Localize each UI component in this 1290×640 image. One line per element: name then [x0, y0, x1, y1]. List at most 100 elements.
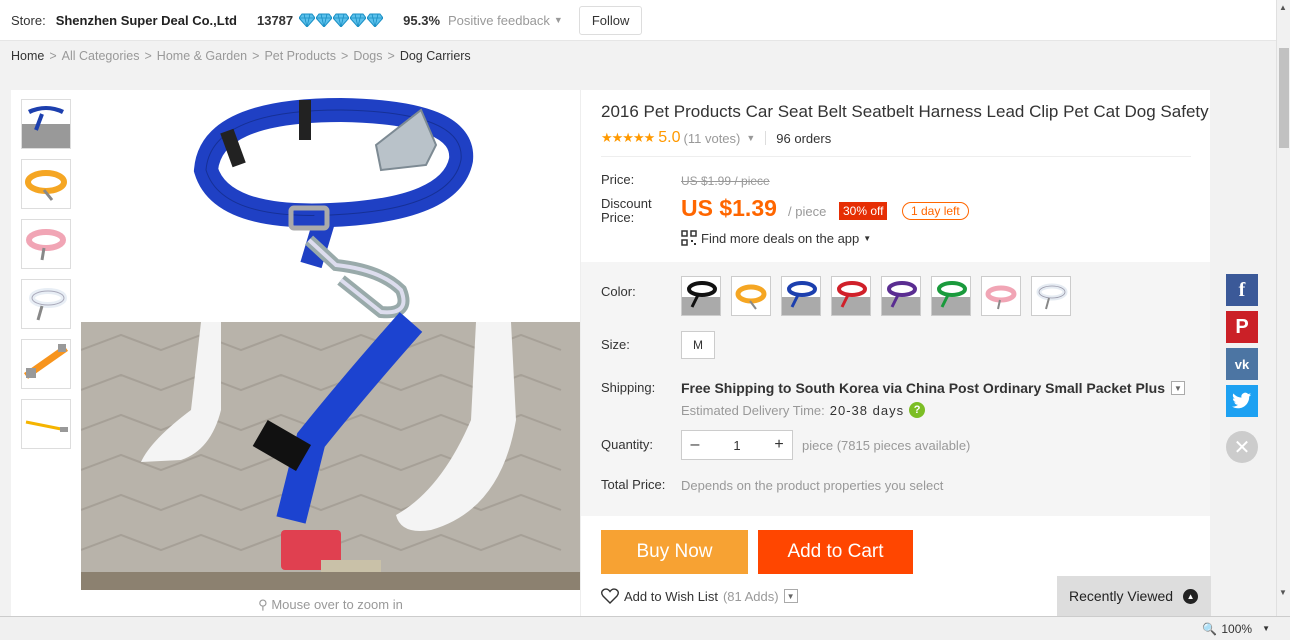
total-price-text: Depends on the product properties you se…: [681, 478, 944, 493]
color-label: Color:: [601, 284, 636, 299]
color-swatch-black[interactable]: [681, 276, 721, 316]
wishlist-row: Add to Wish List (81 Adds) ▼: [601, 588, 798, 604]
pinterest-share-icon[interactable]: P: [1226, 311, 1258, 343]
close-share-icon[interactable]: ✕: [1226, 431, 1258, 463]
rating-row: ★★★★★ 5.0 (11 votes) ▼ 96 orders: [601, 129, 831, 147]
breadcrumb-item[interactable]: Home & Garden: [157, 49, 247, 63]
votes-link[interactable]: (11 votes): [684, 131, 741, 146]
diamond-icon: [333, 13, 350, 27]
thumbnail[interactable]: [21, 99, 71, 149]
divider: [765, 131, 767, 145]
vertical-scrollbar[interactable]: ▲ ▼: [1276, 0, 1290, 616]
wishlist-adds-count: (81 Adds): [722, 588, 779, 604]
rating-score: 5.0: [658, 129, 681, 146]
product-panel: ⚲ Mouse over to zoom in 2016 Pet Product…: [11, 90, 1210, 616]
breadcrumb-item[interactable]: All Categories: [62, 49, 140, 63]
color-swatch-green[interactable]: [931, 276, 971, 316]
chevron-down-icon[interactable]: ▼: [1171, 381, 1186, 395]
divider: [601, 156, 1191, 157]
chevron-down-icon[interactable]: ▼: [746, 133, 755, 143]
diamond-rating: [299, 13, 384, 27]
add-to-cart-button[interactable]: Add to Cart: [758, 530, 913, 574]
discount-price-label: Discount Price:: [601, 196, 652, 225]
product-main-image[interactable]: [81, 90, 580, 590]
recently-viewed-tab[interactable]: Recently Viewed ▲: [1057, 576, 1211, 616]
zoom-control[interactable]: 🔍 100%: [1202, 622, 1252, 636]
orders-count: 96 orders: [776, 130, 832, 146]
facebook-share-icon[interactable]: f: [1226, 274, 1258, 306]
product-title: 2016 Pet Products Car Seat Belt Seatbelt…: [601, 102, 1209, 121]
chevron-down-icon[interactable]: ▼: [783, 589, 798, 603]
plus-button[interactable]: +: [766, 436, 792, 454]
magnifier-icon: 🔍: [1202, 621, 1218, 636]
quantity-stepper: – 1 +: [681, 430, 793, 460]
scrollbar-thumb[interactable]: [1279, 48, 1289, 148]
twitter-share-icon[interactable]: [1226, 385, 1258, 417]
thumbnail[interactable]: [21, 279, 71, 329]
color-swatches: [681, 276, 1071, 316]
discount-price: US $1.39: [681, 195, 777, 221]
color-swatch-orange[interactable]: [731, 276, 771, 316]
stock-available: piece (7815 pieces available): [802, 438, 971, 453]
caret-down-icon: ▼: [863, 233, 872, 243]
breadcrumb-item[interactable]: Pet Products: [264, 49, 336, 63]
price-unit: / piece: [788, 204, 827, 219]
breadcrumb-home[interactable]: Home: [11, 49, 44, 63]
discount-badge: 30% off: [839, 202, 888, 220]
thumbnail-list: [21, 99, 71, 459]
thumbnail[interactable]: [21, 399, 71, 449]
color-swatch-blue[interactable]: [781, 276, 821, 316]
minus-button[interactable]: –: [682, 436, 708, 454]
product-detail: 2016 Pet Products Car Seat Belt Seatbelt…: [581, 90, 1210, 616]
buy-now-button[interactable]: Buy Now: [601, 530, 748, 574]
store-bar: Store: Shenzhen Super Deal Co.,Ltd 13787…: [0, 0, 1276, 41]
color-swatch-purple[interactable]: [881, 276, 921, 316]
color-swatch-pink[interactable]: [981, 276, 1021, 316]
breadcrumb-item[interactable]: Dogs: [353, 49, 382, 63]
qr-code-icon: [681, 230, 697, 246]
color-swatch-white[interactable]: [1031, 276, 1071, 316]
app-deals-link[interactable]: Find more deals on the app ▼: [681, 230, 871, 246]
color-swatch-red[interactable]: [831, 276, 871, 316]
shipping-info: Free Shipping to South Korea via China P…: [681, 380, 1186, 396]
thumbnail[interactable]: [21, 339, 71, 389]
add-to-wishlist-link[interactable]: Add to Wish List: [624, 589, 718, 604]
diamond-icon: [367, 13, 384, 27]
browser-status-bar: 🔍 100% ▼: [0, 616, 1290, 640]
price-label: Price:: [601, 172, 635, 187]
total-price-label: Total Price:: [601, 477, 666, 492]
vk-share-icon[interactable]: vk: [1226, 348, 1258, 380]
size-label: Size:: [601, 337, 630, 352]
free-shipping-text: Free Shipping to: [681, 380, 792, 396]
scroll-up-arrow[interactable]: ▲: [1279, 3, 1287, 12]
original-price: US $1.99 / piece: [681, 174, 770, 188]
store-label: Store:: [11, 12, 46, 28]
heart-icon[interactable]: [601, 588, 619, 604]
breadcrumb: Home > All Categories > Home & Garden > Pet Pr…: [11, 49, 471, 63]
delivery-days: 20-38 days: [829, 402, 905, 418]
follow-button[interactable]: Follow: [578, 5, 643, 35]
zoom-hint: ⚲ Mouse over to zoom in: [258, 597, 403, 612]
scroll-down-arrow[interactable]: ▼: [1279, 588, 1287, 597]
magnifier-icon: ⚲: [258, 597, 268, 612]
star-rating-icon: ★★★★★: [601, 130, 655, 145]
size-option-m[interactable]: M: [681, 331, 715, 359]
quantity-label: Quantity:: [601, 437, 654, 452]
time-left-badge: 1 day left: [902, 202, 969, 220]
chevron-up-icon: ▲: [1183, 588, 1199, 604]
store-score: 13787: [256, 12, 294, 28]
breadcrumb-current[interactable]: Dog Carriers: [400, 49, 471, 63]
diamond-icon: [350, 13, 367, 27]
store-name[interactable]: Shenzhen Super Deal Co.,Ltd: [56, 13, 237, 28]
chevron-down-icon[interactable]: ▼: [554, 15, 563, 25]
positive-percentage: 95.3%: [403, 12, 441, 28]
help-icon[interactable]: ?: [909, 402, 926, 418]
shipping-destination-select[interactable]: South Korea via China Post Ordinary Smal…: [795, 380, 1165, 396]
zoom-level: 100%: [1221, 621, 1253, 636]
chevron-down-icon[interactable]: ▼: [1262, 624, 1270, 633]
thumbnail[interactable]: [21, 159, 71, 209]
thumbnail[interactable]: [21, 219, 71, 269]
positive-feedback-link[interactable]: Positive feedback: [448, 13, 550, 28]
diamond-icon: [299, 13, 316, 27]
quantity-input[interactable]: 1: [708, 438, 766, 453]
